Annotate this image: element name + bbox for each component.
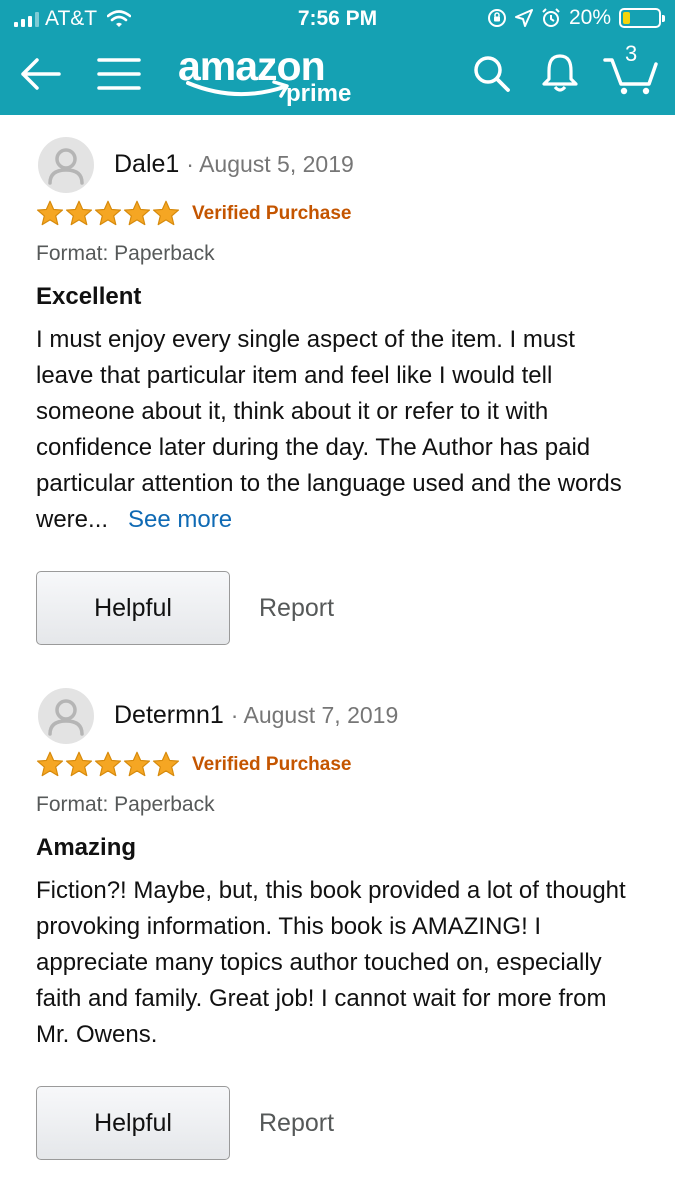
format-label: Format: Paperback — [36, 793, 215, 816]
star-icon — [36, 751, 64, 777]
star-icon — [152, 200, 180, 226]
review-date: August 5, 2019 — [199, 151, 354, 177]
star-icon — [36, 200, 64, 226]
report-link[interactable]: Report — [259, 1109, 334, 1138]
notifications-button[interactable] — [537, 50, 583, 96]
avatar[interactable] — [38, 688, 94, 744]
format-label: Format: Paperback — [36, 242, 215, 265]
amazon-prime-logo[interactable]: amazon prime — [178, 43, 368, 108]
reviewer-name[interactable]: Dale1 — [114, 150, 179, 178]
battery-fill — [623, 12, 630, 24]
rotation-lock-icon — [487, 8, 507, 28]
review-text: I must enjoy every single aspect of the … — [36, 326, 622, 533]
review-card: Dale1 · August 5, 2019 Verified Purchase… — [36, 137, 636, 652]
app-header: amazon prime 3 — [0, 38, 675, 115]
review-body: Fiction?! Maybe, but, this book provided… — [36, 877, 626, 1048]
avatar[interactable] — [38, 137, 94, 193]
helpful-button[interactable]: Helpful — [36, 1086, 230, 1160]
star-rating — [36, 200, 180, 227]
star-rating — [36, 751, 180, 778]
battery-percent: 20% — [568, 6, 611, 29]
review-date: August 7, 2019 — [243, 702, 399, 728]
star-icon — [65, 751, 93, 777]
star-icon — [94, 200, 122, 226]
verified-purchase-badge: Verified Purchase — [192, 202, 352, 224]
user-icon — [48, 699, 84, 736]
status-bar: AT&T 7:56 PM 20% — [0, 0, 675, 38]
menu-button[interactable] — [96, 52, 142, 96]
star-icon — [152, 751, 180, 777]
alarm-icon — [541, 8, 561, 28]
search-icon — [473, 55, 511, 93]
top-bar: AT&T 7:56 PM 20% amazon prime 3 — [0, 0, 675, 115]
back-arrow-icon — [19, 57, 61, 91]
rating-row: Verified Purchase — [36, 751, 351, 778]
star-icon — [123, 200, 151, 226]
star-icon — [65, 200, 93, 226]
verified-purchase-badge: Verified Purchase — [192, 753, 352, 775]
cart-count: 3 — [625, 41, 638, 66]
report-link[interactable]: Report — [259, 594, 334, 623]
star-icon — [94, 751, 122, 777]
helpful-button[interactable]: Helpful — [36, 571, 230, 645]
reviewer-name[interactable]: Determn1 — [114, 701, 224, 729]
star-icon — [123, 751, 151, 777]
logo-prime: prime — [286, 80, 352, 107]
review-card: Determn1 · August 7, 2019 Verified Purch… — [36, 688, 636, 1168]
location-icon — [514, 9, 533, 27]
rating-row: Verified Purchase — [36, 200, 351, 227]
review-title: Excellent — [36, 283, 142, 310]
review-title: Amazing — [36, 834, 137, 861]
menu-icon — [97, 56, 141, 92]
search-button[interactable] — [470, 52, 514, 96]
see-more-link[interactable]: See more — [128, 506, 232, 533]
review-body: I must enjoy every single aspect of the … — [36, 322, 636, 538]
battery-icon — [619, 8, 665, 28]
bell-icon — [541, 53, 579, 93]
user-icon — [48, 148, 84, 185]
back-button[interactable] — [18, 52, 62, 96]
smile-arrow-icon — [186, 80, 289, 98]
